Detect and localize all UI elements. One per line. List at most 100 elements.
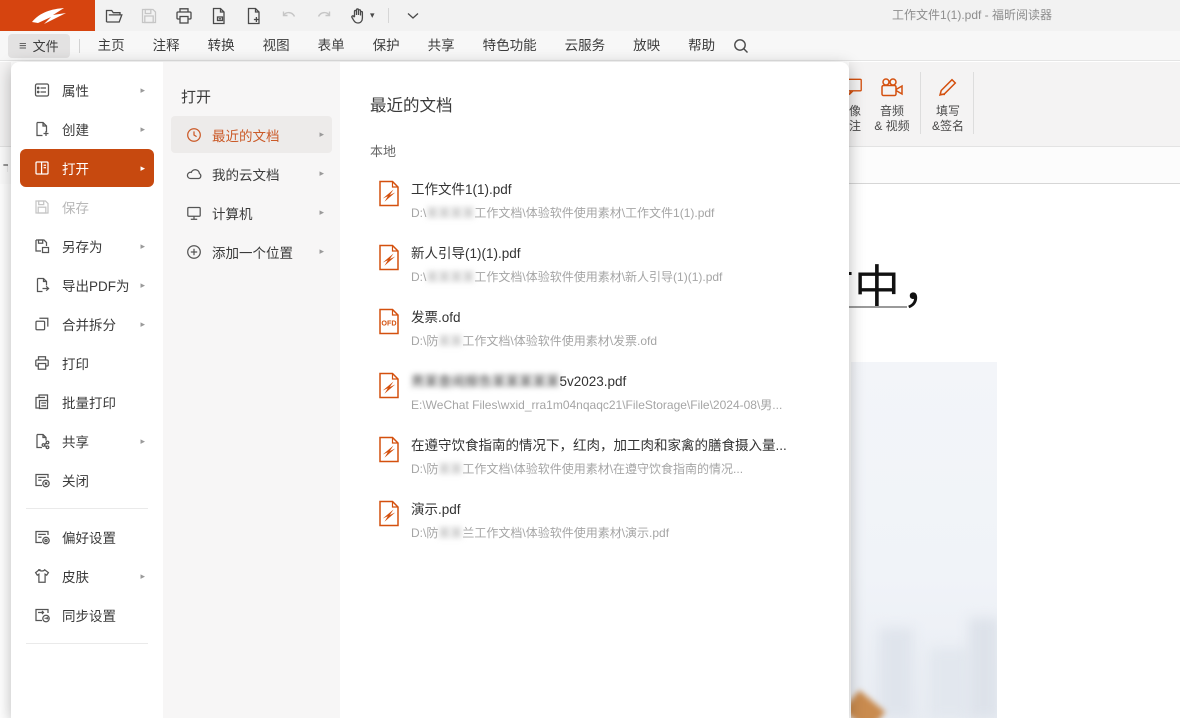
file-menu-label: 文件 xyxy=(33,36,59,55)
file-menu-item-preferences[interactable]: 偏好设置 xyxy=(20,518,154,556)
preferences-icon xyxy=(33,528,51,546)
file-menu-item-label: 保存 xyxy=(62,197,89,217)
document-path: D:\防某某工作文档\体验软件使用素材\在遵守饮食指南的情况... xyxy=(411,460,787,477)
file-menu-item-save-as[interactable]: 另存为▸ xyxy=(20,227,154,265)
audio-video-button[interactable]: 音频 & 视频 xyxy=(866,71,918,134)
tab-cloud-service[interactable]: 云服务 xyxy=(551,31,620,60)
qat-separator xyxy=(388,8,389,23)
open-panel-item-label: 我的云文档 xyxy=(212,164,280,184)
open-panel-item-computer[interactable]: 计算机▸ xyxy=(171,194,332,231)
save-as-icon xyxy=(33,237,51,255)
file-menu-item-properties[interactable]: 属性▸ xyxy=(20,71,154,109)
file-menu-item-label: 合并拆分 xyxy=(62,314,116,334)
document-embedded-image xyxy=(851,362,997,718)
recent-document-row[interactable]: OFD发票.ofdD:\防某某工作文档\体验软件使用素材\发票.ofd xyxy=(370,306,849,370)
recent-document-row[interactable]: 演示.pdf D:\防某某兰工作文档\体验软件使用素材\演示.pdf xyxy=(370,498,849,562)
foxit-bird-icon xyxy=(26,5,70,27)
tab-share[interactable]: 共享 xyxy=(414,31,469,60)
properties-icon xyxy=(33,81,51,99)
submenu-arrow-icon: ▸ xyxy=(319,129,324,140)
plus-circle-icon xyxy=(185,243,203,261)
document-tab-fragment: 工 xyxy=(2,159,8,172)
ofd-file-icon: OFD xyxy=(378,308,400,335)
fill-sign-label-line2: &签名 xyxy=(923,119,973,134)
recent-document-row[interactable]: 在遵守饮食指南的情况下，红肉，加工肉和家禽的膳食摄入量... D:\防某某工作文档… xyxy=(370,434,849,498)
tab-view[interactable]: 视图 xyxy=(249,31,304,60)
submenu-arrow-icon: ▸ xyxy=(319,207,324,218)
submenu-arrow-icon: ▸ xyxy=(140,280,145,291)
document-path: D:\某某某某工作文档\体验软件使用素材\新人引导(1)(1).pdf xyxy=(411,268,722,285)
recent-document-row[interactable]: 新人引导(1)(1).pdf D:\某某某某工作文档\体验软件使用素材\新人引导(… xyxy=(370,242,849,306)
open-panel-item-my-cloud-documents[interactable]: 我的云文档▸ xyxy=(171,155,332,192)
recent-document-row[interactable]: 男某查阅报告某某某某某5v2023.pdfE:\WeChat Files\wxi… xyxy=(370,370,849,434)
undo-icon[interactable] xyxy=(278,5,300,27)
file-menu-item-label: 批量打印 xyxy=(62,392,116,412)
foxit-logo[interactable] xyxy=(0,0,95,31)
ribbon-tabs: 主页注释转换视图表单保护共享特色功能云服务放映帮助 xyxy=(84,31,730,60)
tab-help[interactable]: 帮助 xyxy=(674,31,729,60)
file-menu-button[interactable]: ≡ 文件 xyxy=(8,34,70,58)
cloud-icon xyxy=(185,165,203,183)
tab-comment[interactable]: 注释 xyxy=(139,31,194,60)
document-title: 工作文件1(1).pdf xyxy=(411,178,714,198)
file-menu-item-skin[interactable]: 皮肤▸ xyxy=(20,557,154,595)
file-menu-item-batch-print[interactable]: 批量打印 xyxy=(20,383,154,421)
submenu-arrow-icon: ▸ xyxy=(140,436,145,447)
recent-document-row[interactable]: 工作文件1(1).pdf D:\某某某某工作文档\体验软件使用素材\工作文件1(1… xyxy=(370,178,849,242)
document-view-background: 信 中， xyxy=(849,185,1180,718)
document-title: 在遵守饮食指南的情况下，红肉，加工肉和家禽的膳食摄入量... xyxy=(411,434,787,454)
file-menu-item-open[interactable]: 打开▸ xyxy=(20,149,154,187)
redo-icon[interactable] xyxy=(313,5,335,27)
fill-sign-label-line1: 填写 xyxy=(923,104,973,119)
file-menu-item-print[interactable]: 打印 xyxy=(20,344,154,382)
file-menu-item-merge-split[interactable]: 合并拆分 ▸ xyxy=(20,305,154,343)
new-page-icon[interactable] xyxy=(243,5,265,27)
search-icon[interactable] xyxy=(731,36,751,56)
file-menu-overlay: 属性▸创建▸打开▸ 保存另存为▸导出PDF为▸ 合并拆分 ▸ 打印批量打印共享▸ 关闭偏好… xyxy=(11,62,849,718)
file-menu-item-label: 关闭 xyxy=(62,470,89,490)
export-page-icon[interactable] xyxy=(208,5,230,27)
hand-tool-button[interactable]: ▾ xyxy=(348,6,375,26)
window-title: 工作文件1(1).pdf - 福昕阅读器 xyxy=(867,0,1077,31)
pdf-file-icon xyxy=(378,244,400,271)
document-title: 演示.pdf xyxy=(411,498,669,518)
image-annotation-button-partial[interactable]: 像 注 xyxy=(849,71,866,134)
tab-protect[interactable]: 保护 xyxy=(359,31,414,60)
document-title: 新人引导(1)(1).pdf xyxy=(411,242,722,262)
submenu-arrow-icon: ▸ xyxy=(319,246,324,257)
ribbon-separator xyxy=(973,72,974,134)
file-menu-item-sync-settings[interactable]: 同步设置 xyxy=(20,596,154,634)
file-menu-column: 属性▸创建▸打开▸ 保存另存为▸导出PDF为▸ 合并拆分 ▸ 打印批量打印共享▸ 关闭偏好… xyxy=(11,62,163,718)
tab-presentation[interactable]: 放映 xyxy=(619,31,674,60)
save-icon[interactable] xyxy=(138,5,160,27)
ribbon-background: 像 注 音频 & 视频 填写 &签名 xyxy=(849,62,1180,147)
file-menu-item-share[interactable]: 共享▸ xyxy=(20,422,154,460)
print-icon xyxy=(33,354,51,372)
customize-toolbar-icon[interactable] xyxy=(402,5,424,27)
tab-form[interactable]: 表单 xyxy=(304,31,359,60)
monitor-icon xyxy=(185,204,203,222)
document-path: D:\防某某兰工作文档\体验软件使用素材\演示.pdf xyxy=(411,524,669,541)
sync-settings-icon xyxy=(33,606,51,624)
print-icon[interactable] xyxy=(173,5,195,27)
file-menu-item-label: 皮肤 xyxy=(62,566,89,586)
open-panel-item-recent-documents[interactable]: 最近的文档▸ xyxy=(171,116,332,153)
file-menu-item-close[interactable]: 关闭 xyxy=(20,461,154,499)
file-menu-item-save[interactable]: 保存 xyxy=(20,188,154,226)
fill-sign-button[interactable]: 填写 &签名 xyxy=(923,71,973,134)
document-underline xyxy=(849,306,907,308)
tab-convert[interactable]: 转换 xyxy=(194,31,249,60)
file-menu-item-export-pdf[interactable]: 导出PDF为▸ xyxy=(20,266,154,304)
tab-special-features[interactable]: 特色功能 xyxy=(469,31,551,60)
open-file-icon[interactable] xyxy=(103,5,125,27)
document-tab-strip xyxy=(849,147,1180,184)
skin-icon xyxy=(33,567,51,585)
audio-video-label-line1: 音频 xyxy=(866,104,918,119)
file-menu-item-create[interactable]: 创建▸ xyxy=(20,110,154,148)
submenu-arrow-icon: ▸ xyxy=(140,319,145,330)
batch-print-icon xyxy=(33,393,51,411)
open-panel-item-add-a-place[interactable]: 添加一个位置▸ xyxy=(171,233,332,270)
submenu-arrow-icon: ▸ xyxy=(140,124,145,135)
document-path: D:\某某某某工作文档\体验软件使用素材\工作文件1(1).pdf xyxy=(411,204,714,221)
tab-home[interactable]: 主页 xyxy=(84,31,139,60)
